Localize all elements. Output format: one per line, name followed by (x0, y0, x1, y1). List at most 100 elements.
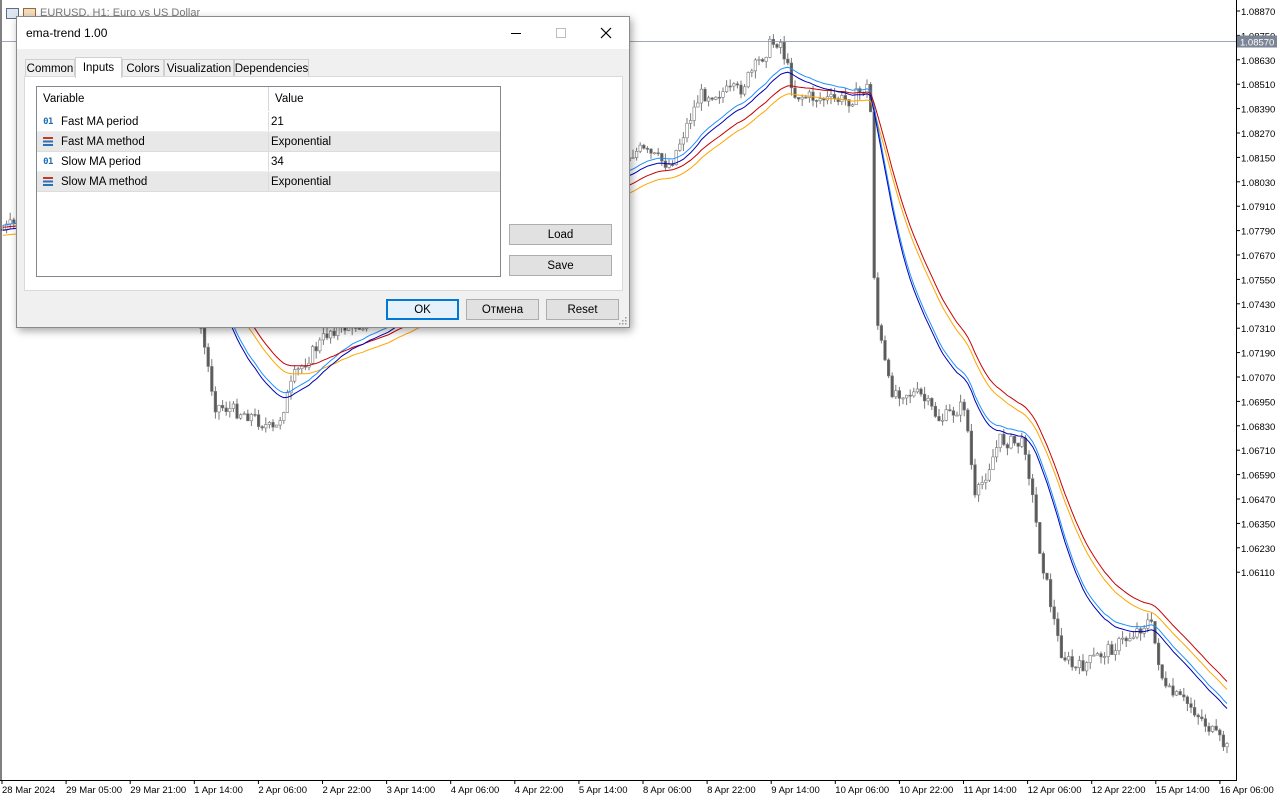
price-axis-label: 1.06950 (1241, 397, 1275, 408)
candle-body (973, 464, 977, 496)
candle-body (1139, 628, 1143, 634)
row-value-cell[interactable]: Exponential (268, 172, 500, 191)
candle-body (760, 59, 765, 62)
row-value-cell[interactable]: Exponential (268, 132, 500, 151)
candle-body (1088, 655, 1092, 663)
candle-body (1002, 433, 1006, 445)
input-row-fast-ma-method[interactable]: Fast MA method Exponential (37, 132, 500, 152)
column-header-variable[interactable]: Variable (37, 87, 268, 111)
candle-body (1056, 618, 1060, 636)
candle-body (886, 359, 891, 377)
candle-body (735, 83, 739, 86)
time-axis-label: 10 Apr 22:00 (899, 785, 953, 796)
minimize-button[interactable] (493, 17, 539, 49)
time-axis-label: 4 Apr 06:00 (451, 785, 500, 796)
candle-body (948, 409, 952, 412)
candle-body (285, 392, 290, 413)
reset-button[interactable]: Reset (546, 299, 619, 320)
candle-body (631, 157, 635, 159)
load-button[interactable]: Load (509, 224, 612, 245)
price-axis-label: 1.07310 (1241, 324, 1275, 335)
candle-body (1128, 638, 1132, 642)
price-axis-label: 1.06710 (1241, 446, 1275, 457)
candle-body (706, 97, 711, 102)
tab-visualization[interactable]: Visualization (164, 59, 234, 77)
candle-body (1193, 707, 1197, 716)
candle-body (804, 96, 808, 99)
int-param-icon: 01 (43, 116, 53, 127)
candle-body (710, 97, 714, 100)
candle-body (822, 98, 826, 101)
candle-body (789, 62, 793, 89)
save-button[interactable]: Save (509, 255, 612, 276)
time-axis-label: 5 Apr 14:00 (579, 785, 628, 796)
candle-body (663, 160, 667, 168)
row-value-cell[interactable]: 34 (268, 152, 500, 171)
resize-grip-icon[interactable] (619, 317, 627, 325)
candle-body (796, 97, 801, 100)
ok-button[interactable]: OK (386, 299, 459, 320)
tab-dependencies[interactable]: Dependencies (234, 59, 309, 77)
tab-inputs[interactable]: Inputs (75, 57, 122, 78)
tab-common[interactable]: Common (25, 59, 75, 77)
close-icon (600, 27, 612, 39)
candle-body (951, 410, 955, 416)
candle-body (890, 375, 894, 398)
candle-body (1041, 553, 1045, 574)
candle-body (850, 104, 855, 107)
candle-body (1135, 628, 1139, 638)
input-row-slow-ma-method[interactable]: Slow MA method Exponential (37, 172, 500, 192)
dialog-titlebar[interactable]: ema-trend 1.00 (17, 17, 629, 49)
candle-body (332, 330, 336, 336)
candle-body (652, 152, 657, 155)
candle-body (1203, 718, 1207, 727)
candle-body (1095, 653, 1099, 656)
candle-body (1200, 716, 1204, 720)
time-axis-label: 12 Apr 22:00 (1092, 785, 1146, 796)
candle-body (897, 390, 901, 399)
input-row-fast-ma-period[interactable]: 01 Fast MA period 21 (37, 112, 500, 132)
candle-body (1085, 662, 1089, 672)
time-axis-label: 15 Apr 14:00 (1156, 785, 1210, 796)
candle-body (998, 433, 1002, 448)
candle-body (1067, 656, 1071, 661)
row-value-cell[interactable]: 21 (268, 112, 500, 131)
candle-body (303, 365, 308, 368)
enum-param-icon (41, 176, 55, 188)
candle-body (980, 482, 984, 485)
candle-body (278, 420, 282, 426)
candle-body (872, 111, 876, 279)
dialog-title: ema-trend 1.00 (26, 26, 108, 40)
tab-colors[interactable]: Colors (122, 59, 164, 77)
candle-body (314, 346, 318, 352)
row-variable-label: Fast MA method (61, 135, 145, 148)
candle-body (310, 346, 315, 364)
candle-body (843, 95, 847, 100)
candle-body (1009, 435, 1013, 449)
candle-body (699, 88, 703, 104)
cancel-button[interactable]: Отмена (466, 299, 539, 320)
candle-body (1214, 725, 1218, 731)
candle-body (217, 405, 221, 413)
candle-body (858, 88, 862, 93)
price-axis-label: 1.06350 (1241, 519, 1275, 530)
row-variable-label: Slow MA method (61, 175, 148, 188)
candle-body (1221, 734, 1225, 748)
close-button[interactable] (583, 17, 629, 49)
candle-body (976, 484, 981, 496)
maximize-icon (556, 28, 566, 38)
candle-body (786, 58, 790, 64)
time-axis-label: 2 Apr 06:00 (258, 785, 307, 796)
candle-body (919, 388, 923, 395)
column-header-value[interactable]: Value (268, 87, 500, 111)
candle-body (1045, 572, 1049, 580)
candle-body (231, 403, 236, 409)
inputs-panel: Variable Value 01 Fast MA period 21 Fast… (24, 76, 623, 291)
candle-body (1167, 685, 1171, 688)
candle-body (1016, 442, 1020, 447)
input-row-slow-ma-period[interactable]: 01 Slow MA period 34 (37, 152, 500, 172)
candle-body (667, 164, 671, 168)
candle-body (1196, 714, 1200, 718)
candle-body (274, 424, 279, 428)
candle-body (958, 401, 963, 416)
